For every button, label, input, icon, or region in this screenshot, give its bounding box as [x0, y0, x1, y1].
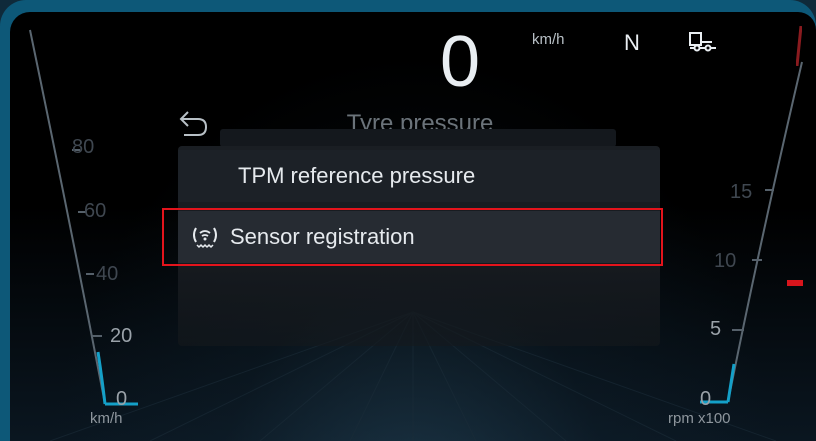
speedometer-tick-0: 0	[116, 388, 128, 410]
speedometer-tick-20: 20	[110, 325, 133, 347]
speedometer-tick-60: 60	[84, 200, 107, 222]
menu-item-label: TPM reference pressure	[238, 163, 476, 188]
rpm-redline-indicator	[796, 26, 802, 66]
tachometer-tick-15: 15	[730, 181, 753, 203]
instrument-cluster-screen: 80 60 40 20 0 km/h 15 10 5 0 rpm x100 0 …	[10, 12, 816, 441]
trailer-tow-icon	[689, 32, 716, 52]
tachometer-tick-10: 10	[714, 250, 737, 272]
tachometer-tick-0: 0	[700, 388, 712, 410]
tachometer-needle-marker	[787, 280, 803, 286]
selection-highlight-frame	[162, 208, 663, 266]
menu-scroll-hint	[220, 129, 616, 147]
menu-item-tpm-reference-pressure[interactable]: TPM reference pressure	[178, 150, 660, 202]
speedometer-unit: km/h	[90, 410, 123, 427]
back-arrow-icon[interactable]	[178, 108, 210, 138]
speedometer-tick-80: 80	[72, 136, 95, 158]
tachometer-unit: rpm x100	[668, 410, 731, 427]
display-bezel: 80 60 40 20 0 km/h 15 10 5 0 rpm x100 0 …	[0, 0, 816, 441]
current-speed-value: 0	[439, 22, 481, 102]
current-speed-unit: km/h	[532, 31, 565, 48]
speedometer-tick-40: 40	[96, 263, 119, 285]
gear-indicator: N	[624, 30, 640, 55]
tachometer-tick-5: 5	[710, 318, 722, 340]
